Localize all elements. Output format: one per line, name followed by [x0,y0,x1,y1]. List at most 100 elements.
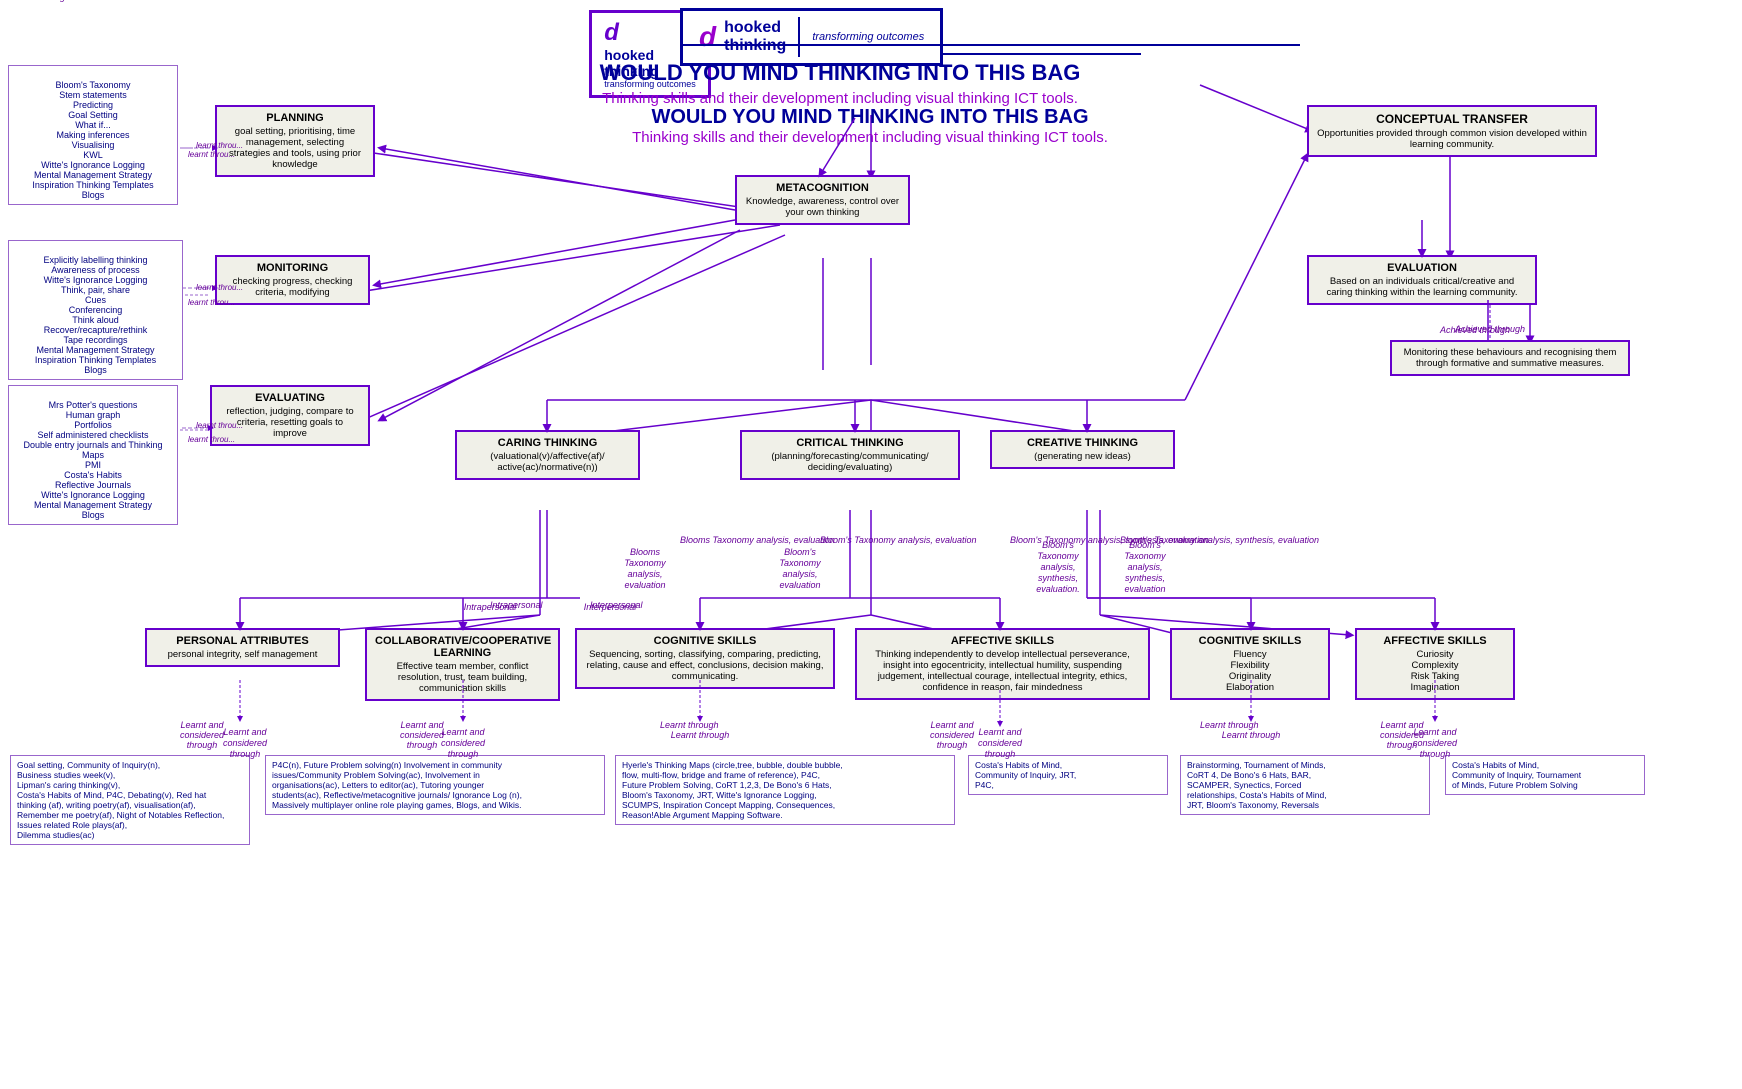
monitoring-behaviours-box: Monitoring these behaviours and recognis… [1390,340,1630,376]
affective-skills-mid-content: Thinking independently to develop intell… [865,649,1140,693]
monitoring-title: MONITORING [225,262,360,274]
creative-thinking-content: (generating new ideas) [1000,451,1165,462]
bottom-text-5: Brainstorming, Tournament of Minds, CoRT… [1180,755,1430,815]
page-main-title: WOULD YOU MIND THINKING INTO THIS BAG Th… [400,60,1280,107]
left-panel-2: Explicitly labelling thinking Awareness … [8,240,183,380]
main-heading: WOULD YOU MIND THINKING INTO THIS BAG [400,60,1280,86]
metacognition-box: METACOGNITION Knowledge, awareness, cont… [735,175,910,225]
critical-thinking-content: (planning/forecasting/communicating/ dec… [750,451,950,473]
sub-heading: Thinking skills and their development in… [400,90,1280,107]
learnt-through-left-3: learnt throu... [188,435,235,444]
bottom-text-2: P4C(n), Future Problem solving(n) Involv… [265,755,605,815]
bottom-text-3-content: Hyerle's Thinking Maps (circle,tree, bub… [622,760,843,820]
bottom-text-3: Hyerle's Thinking Maps (circle,tree, bub… [615,755,955,825]
logo-d-icon: d [699,21,716,53]
bottom-text-2-content: P4C(n), Future Problem solving(n) Involv… [272,760,522,810]
cognitive-skills-right-title: COGNITIVE SKILLS [1180,635,1320,647]
learnt-through-left-2: learnt throu... [188,298,235,307]
bottom-text-4-content: Costa's Habits of Mind, Community of Inq… [975,760,1076,790]
bottom-text-5-content: Brainstorming, Tournament of Minds, CoRT… [1187,760,1327,810]
logo-tagline-text: transforming outcomes [812,31,924,43]
svg-text:Learnt through: Learnt through [671,730,730,740]
svg-text:Bloom's: Bloom's [784,547,816,557]
creative-thinking-title: CREATIVE THINKING [1000,437,1165,449]
left-panel-2-content: Explicitly labelling thinking Awareness … [35,255,156,375]
header-title: WOULD YOU MIND THINKING INTO THIS BAG Th… [632,106,1108,146]
evaluating-title: EVALUATING [220,392,360,404]
personal-attributes-box: PERSONAL ATTRIBUTES personal integrity, … [145,628,340,667]
svg-text:Learnt and: Learnt and [978,727,1022,737]
left-panel-1-content: Bloom's Taxonomy Stem statements Predict… [32,80,153,200]
svg-text:evaluation: evaluation [1124,584,1165,594]
monitoring-box: MONITORING checking progress, checking c… [215,255,370,305]
caring-thinking-title: CARING THINKING [465,437,630,449]
cognitive-skills-mid-content: Sequencing, sorting, classifying, compar… [585,649,825,682]
intrapersonal-label: Intrapersonal [490,600,543,610]
sub-title: Thinking skills and their development in… [632,129,1108,146]
learnt-considered-1: Learnt and considered through [180,720,224,750]
page-container: d hooked thinking transforming outcomes … [0,0,1742,1089]
svg-text:Learnt through: Learnt through [1222,730,1281,740]
personal-attributes-content: personal integrity, self management [155,649,330,660]
caring-thinking-box: CARING THINKING (valuational(v)/affectiv… [455,430,640,480]
bottom-text-4: Costa's Habits of Mind, Community of Inq… [968,755,1168,795]
affective-skills-right-title: AFFECTIVE SKILLS [1365,635,1505,647]
blooms-label-2: Bloom's Taxonomy analysis, evaluation [820,535,976,545]
collaborative-content: Effective team member, conflict resoluti… [375,661,550,694]
logo-icon: d [604,19,619,47]
cognitive-skills-right-content: Fluency Flexibility Originality Elaborat… [1180,649,1320,693]
svg-text:evaluation.: evaluation. [1036,584,1080,594]
svg-text:Taxonomy: Taxonomy [779,558,821,568]
blooms-label-4: Bloom's Taxonomy analysis, synthesis, ev… [1120,535,1319,545]
svg-text:Taxonomy: Taxonomy [1124,551,1166,561]
affective-skills-mid-title: AFFECTIVE SKILLS [865,635,1140,647]
svg-text:analysis,: analysis, [1127,562,1162,572]
svg-text:Learnt and: Learnt and [223,727,267,737]
monitoring-behaviours-content: Monitoring these behaviours and recognis… [1400,347,1620,369]
affective-skills-right-content: Curiosity Complexity Risk Taking Imagina… [1365,649,1505,693]
interpersonal-label: Interpersonal [590,600,643,610]
learnt-through-r: Learnt through [1200,720,1259,730]
evaluating-content: reflection, judging, compare to criteria… [220,406,360,439]
bottom-text-6: Costa's Habits of Mind, Community of Inq… [1445,755,1645,795]
cognitive-skills-right-box: COGNITIVE SKILLS Fluency Flexibility Ori… [1170,628,1330,700]
left-panel-3-content: Mrs Potter's questions Human graph Portf… [24,400,163,520]
planning-title: PLANNING [225,112,365,124]
svg-text:Learnt and: Learnt and [441,727,485,737]
svg-text:analysis,: analysis, [627,569,662,579]
left-panel-3: Mrs Potter's questions Human graph Portf… [8,385,178,525]
affective-skills-mid-box: AFFECTIVE SKILLS Thinking independently … [855,628,1150,700]
collaborative-title: COLLABORATIVE/COOPERATIVE LEARNING [375,635,550,659]
svg-text:analysis,: analysis, [782,569,817,579]
svg-text:considered: considered [978,738,1023,748]
svg-text:synthesis,: synthesis, [1125,573,1165,583]
svg-text:considered: considered [223,738,268,748]
personal-attributes-title: PERSONAL ATTRIBUTES [155,635,330,647]
bottom-text-6-content: Costa's Habits of Mind, Community of Inq… [1452,760,1581,790]
logo-separator [798,17,800,57]
learnt-considered-4: Learnt and considered through [1380,720,1424,750]
svg-text:considered: considered [441,738,486,748]
planning-content: goal setting, prioritising, time managem… [225,126,365,170]
affective-skills-right-box: AFFECTIVE SKILLS Curiosity Complexity Ri… [1355,628,1515,700]
svg-text:synthesis,: synthesis, [1038,573,1078,583]
evaluation-box: EVALUATION Based on an individuals criti… [1307,255,1537,305]
achieved-through-label: Achieved through [1440,325,1510,335]
metacognition-content: Knowledge, awareness, control over your … [745,196,900,218]
svg-text:Blooms: Blooms [630,547,661,557]
conceptual-transfer-box: CONCEPTUAL TRANSFER Opportunities provid… [1307,105,1597,157]
monitoring-content: checking progress, checking criteria, mo… [225,276,360,298]
evaluation-title: EVALUATION [1317,262,1527,274]
left-panel-1: Bloom's Taxonomy Stem statements Predict… [8,65,178,205]
critical-thinking-title: CRITICAL THINKING [750,437,950,449]
blooms-label-1: Blooms Taxonomy analysis, evaluation [680,535,835,545]
evaluation-content: Based on an individuals critical/creativ… [1317,276,1527,298]
bottom-text-1: Goal setting, Community of Inquiry(n), B… [10,755,250,845]
learnt-considered-2: Learnt and considered through [400,720,444,750]
learnt-through-mid: Learnt through [660,720,719,730]
logo-area: d hooked thinking transforming outcomes [680,8,943,66]
learnt-through-left-1: learnt throu... [188,150,235,159]
svg-text:evaluation: evaluation [779,580,820,590]
critical-thinking-box: CRITICAL THINKING (planning/forecasting/… [740,430,960,480]
svg-text:Achieved through: Achieved through [0,0,70,2]
